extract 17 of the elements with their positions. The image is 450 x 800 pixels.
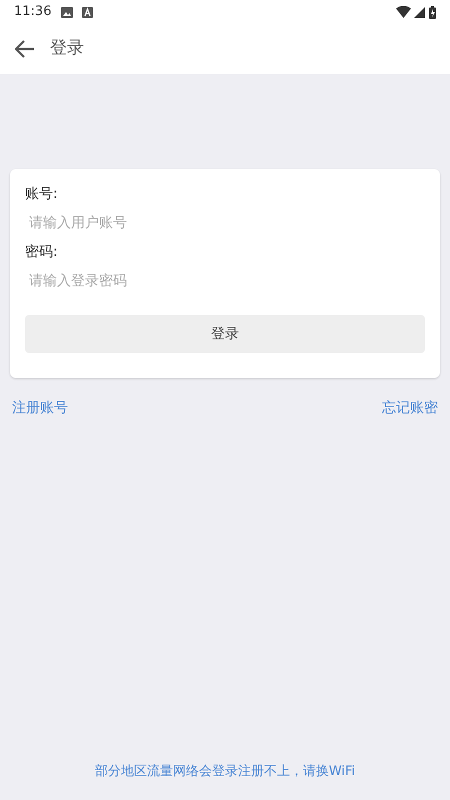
- battery-icon: [429, 6, 436, 18]
- page-title: 登录: [50, 37, 84, 60]
- login-button[interactable]: 登录: [25, 315, 425, 353]
- text-link[interactable]: 忘记账密: [382, 398, 438, 419]
- signal-icon: [414, 6, 425, 18]
- field-label: 密码:: [25, 243, 59, 262]
- footer-note: 部分地区流量网络会登录注册不上，请换WiFi: [94, 762, 356, 780]
- field-label: 账号:: [25, 185, 59, 204]
- text-link[interactable]: 注册账号: [12, 398, 68, 419]
- font-icon: [82, 6, 94, 18]
- wifi-icon: [396, 6, 411, 18]
- input-field[interactable]: 请输入用户账号: [25, 205, 425, 241]
- status-time: 11:36: [14, 3, 52, 22]
- input-field[interactable]: 请输入登录密码: [25, 263, 425, 299]
- image-icon: [61, 6, 74, 18]
- back-arrow-icon: [15, 40, 35, 58]
- back-button[interactable]: [14, 38, 36, 60]
